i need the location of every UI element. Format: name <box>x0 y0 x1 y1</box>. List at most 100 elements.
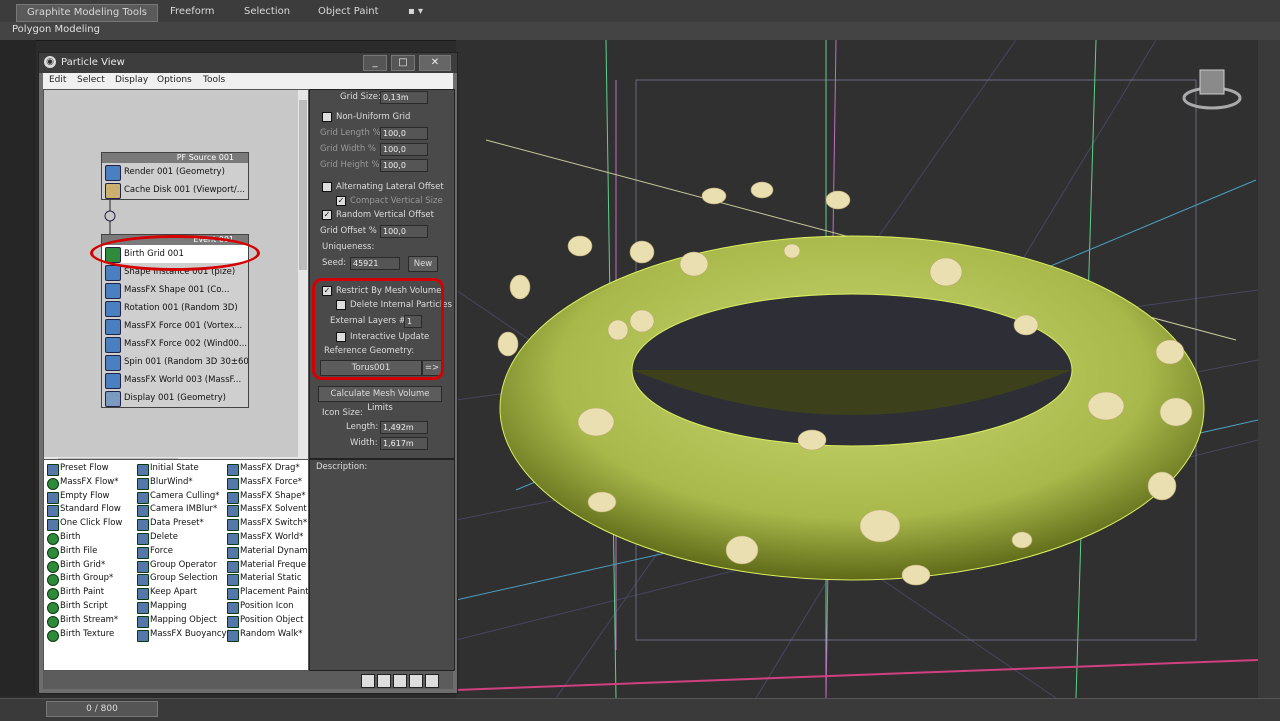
depot-item[interactable]: Birth Grid* <box>46 559 122 573</box>
depot-item[interactable]: Group Operator <box>136 559 231 573</box>
zoom-region-icon[interactable] <box>393 674 407 688</box>
grid-height-field[interactable]: 100,0 <box>380 159 428 172</box>
zoom-icon[interactable] <box>377 674 391 688</box>
menu-edit[interactable]: Edit <box>49 75 66 85</box>
menu-select[interactable]: Select <box>77 75 105 85</box>
depot-item[interactable]: Birth <box>46 531 122 545</box>
operator-massfx-world[interactable]: MassFX World 003 (MassF... <box>102 371 248 389</box>
calc-mesh-limits-button[interactable]: Calculate Mesh Volume Limits <box>318 386 442 413</box>
menu-display[interactable]: Display <box>115 75 148 85</box>
polygon-modeling-label[interactable]: Polygon Modeling <box>12 24 100 35</box>
zoom-extents-icon[interactable] <box>409 674 423 688</box>
menu-options[interactable]: Options <box>157 75 192 85</box>
depot-item[interactable]: Position Object <box>226 614 308 628</box>
particle-view-menubar: Edit Select Display Options Tools <box>43 73 453 89</box>
minimize-button[interactable]: _ <box>363 55 387 71</box>
depot-column-2: Initial State BlurWind* Camera Culling* … <box>136 462 231 642</box>
depot-item[interactable]: Camera IMBlur* <box>136 503 231 518</box>
perspective-viewport[interactable] <box>456 40 1258 698</box>
depot-item[interactable]: MassFX Buoyancy* <box>136 628 231 642</box>
width-field[interactable]: 1,617m <box>380 437 428 450</box>
depot-item[interactable]: Mapping Object <box>136 614 231 628</box>
depot-column-1: Preset Flow MassFX Flow* Empty Flow Stan… <box>46 462 122 642</box>
particle-view-titlebar[interactable]: ◉ Particle View _ □ ✕ <box>39 53 457 73</box>
icon-size-row: Icon Size: <box>322 408 363 418</box>
operator-massfx-force-1[interactable]: MassFX Force 001 (Vortex... <box>102 317 248 335</box>
depot-item[interactable]: Material Freque <box>226 559 308 573</box>
tab-graphite-modeling-tools[interactable]: Graphite Modeling Tools <box>16 4 159 22</box>
depot-item[interactable]: Birth Script <box>46 600 122 614</box>
depot-column-3: MassFX Drag* MassFX Force* MassFX Shape*… <box>226 462 308 642</box>
depot-item[interactable]: Birth Stream* <box>46 614 122 628</box>
operator-display[interactable]: Display 001 (Geometry) <box>102 389 248 407</box>
ribbon-options-icon[interactable]: ▪ ▾ <box>398 4 433 20</box>
compact-vertical-checkbox[interactable]: ✓ <box>336 196 346 206</box>
tab-object-paint[interactable]: Object Paint <box>308 4 389 20</box>
no-zoom-icon[interactable] <box>425 674 439 688</box>
depot-item[interactable]: Birth Paint <box>46 586 122 601</box>
tab-freeform[interactable]: Freeform <box>160 4 225 20</box>
depot-item[interactable]: Empty Flow <box>46 490 122 504</box>
operator-massfx-force-2[interactable]: MassFX Force 002 (Wind00... <box>102 335 248 353</box>
depot-item[interactable]: Material Dynami <box>226 545 308 559</box>
depot-item[interactable]: Birth Group* <box>46 572 122 587</box>
depot-item[interactable]: Birth File <box>46 545 122 559</box>
operator-spin[interactable]: Spin 001 (Random 3D 30±60) <box>102 353 248 371</box>
grid-width-field[interactable]: 100,0 <box>380 143 428 156</box>
particle-graph-pane[interactable]: PF Source 001 Render 001 (Geometry) Cach… <box>43 89 309 459</box>
pan-icon[interactable] <box>361 674 375 688</box>
length-row: Length: 1,492m <box>310 420 454 434</box>
operator-massfx-shape[interactable]: MassFX Shape 001 (Co... <box>102 281 248 299</box>
depot-item[interactable]: Data Preset* <box>136 517 231 532</box>
depot-item[interactable]: Placement Paint <box>226 586 308 601</box>
timeline-bar <box>0 698 1280 721</box>
display-icon <box>105 391 121 407</box>
depot-item[interactable]: Group Selection <box>136 572 231 587</box>
depot-item[interactable]: MassFX Solvent <box>226 503 308 518</box>
alt-lateral-checkbox[interactable] <box>322 182 332 192</box>
graph-vertical-scrollbar[interactable] <box>298 90 308 458</box>
tab-selection[interactable]: Selection <box>234 4 300 20</box>
depot-item[interactable]: Initial State <box>136 462 231 476</box>
depot-item[interactable]: BlurWind* <box>136 476 231 490</box>
ribbon-bar: Graphite Modeling Tools Freeform Selecti… <box>0 0 1280 23</box>
command-panel-strip[interactable] <box>1258 40 1280 698</box>
highlight-restrict-mesh <box>312 278 444 380</box>
grid-size-row: Grid Size: 0,13m <box>310 90 454 104</box>
time-slider[interactable]: 0 / 800 <box>46 701 158 717</box>
length-field[interactable]: 1,492m <box>380 421 428 434</box>
random-vertical-checkbox[interactable]: ✓ <box>322 210 332 220</box>
depot-item[interactable]: Birth Texture <box>46 628 122 642</box>
non-uniform-grid-checkbox[interactable] <box>322 112 332 122</box>
depot-item[interactable]: MassFX Drag* <box>226 462 308 476</box>
depot-item[interactable]: Camera Culling* <box>136 490 231 504</box>
depot-item[interactable]: One Click Flow <box>46 517 122 532</box>
depot-item[interactable]: MassFX Flow* <box>46 476 122 490</box>
grid-offset-field[interactable]: 100,0 <box>380 225 428 238</box>
grid-size-field[interactable]: 0,13m <box>380 91 428 104</box>
depot-item[interactable]: MassFX Switch* <box>226 517 308 532</box>
depot-item[interactable]: Material Static <box>226 572 308 587</box>
grid-length-field[interactable]: 100,0 <box>380 127 428 140</box>
grid-length-row: Grid Length % 100,0 <box>310 126 454 140</box>
depot-item[interactable]: MassFX Shape* <box>226 490 308 504</box>
maximize-button[interactable]: □ <box>391 55 415 71</box>
depot-item[interactable]: Standard Flow <box>46 503 122 518</box>
depot-item[interactable]: Keep Apart <box>136 586 231 601</box>
depot-item[interactable]: Position Icon <box>226 600 308 614</box>
depot-item[interactable]: Preset Flow <box>46 462 122 476</box>
close-button[interactable]: ✕ <box>419 55 451 71</box>
view-cube-icon[interactable] <box>1182 69 1242 110</box>
operator-rotation[interactable]: Rotation 001 (Random 3D) <box>102 299 248 317</box>
seed-field[interactable]: 45921 <box>350 257 400 270</box>
depot-item[interactable]: Mapping <box>136 600 231 614</box>
depot-item[interactable]: MassFX World* <box>226 531 308 545</box>
depot-item[interactable]: MassFX Force* <box>226 476 308 490</box>
new-seed-button[interactable]: New <box>408 256 438 272</box>
menu-tools[interactable]: Tools <box>203 75 225 85</box>
width-row: Width: 1,617m <box>310 436 454 450</box>
depot-item[interactable]: Force <box>136 545 231 559</box>
depot-item[interactable]: Delete <box>136 531 231 545</box>
depot-item[interactable]: Random Walk* <box>226 628 308 642</box>
calc-limits-row: Calculate Mesh Volume Limits <box>310 386 454 413</box>
